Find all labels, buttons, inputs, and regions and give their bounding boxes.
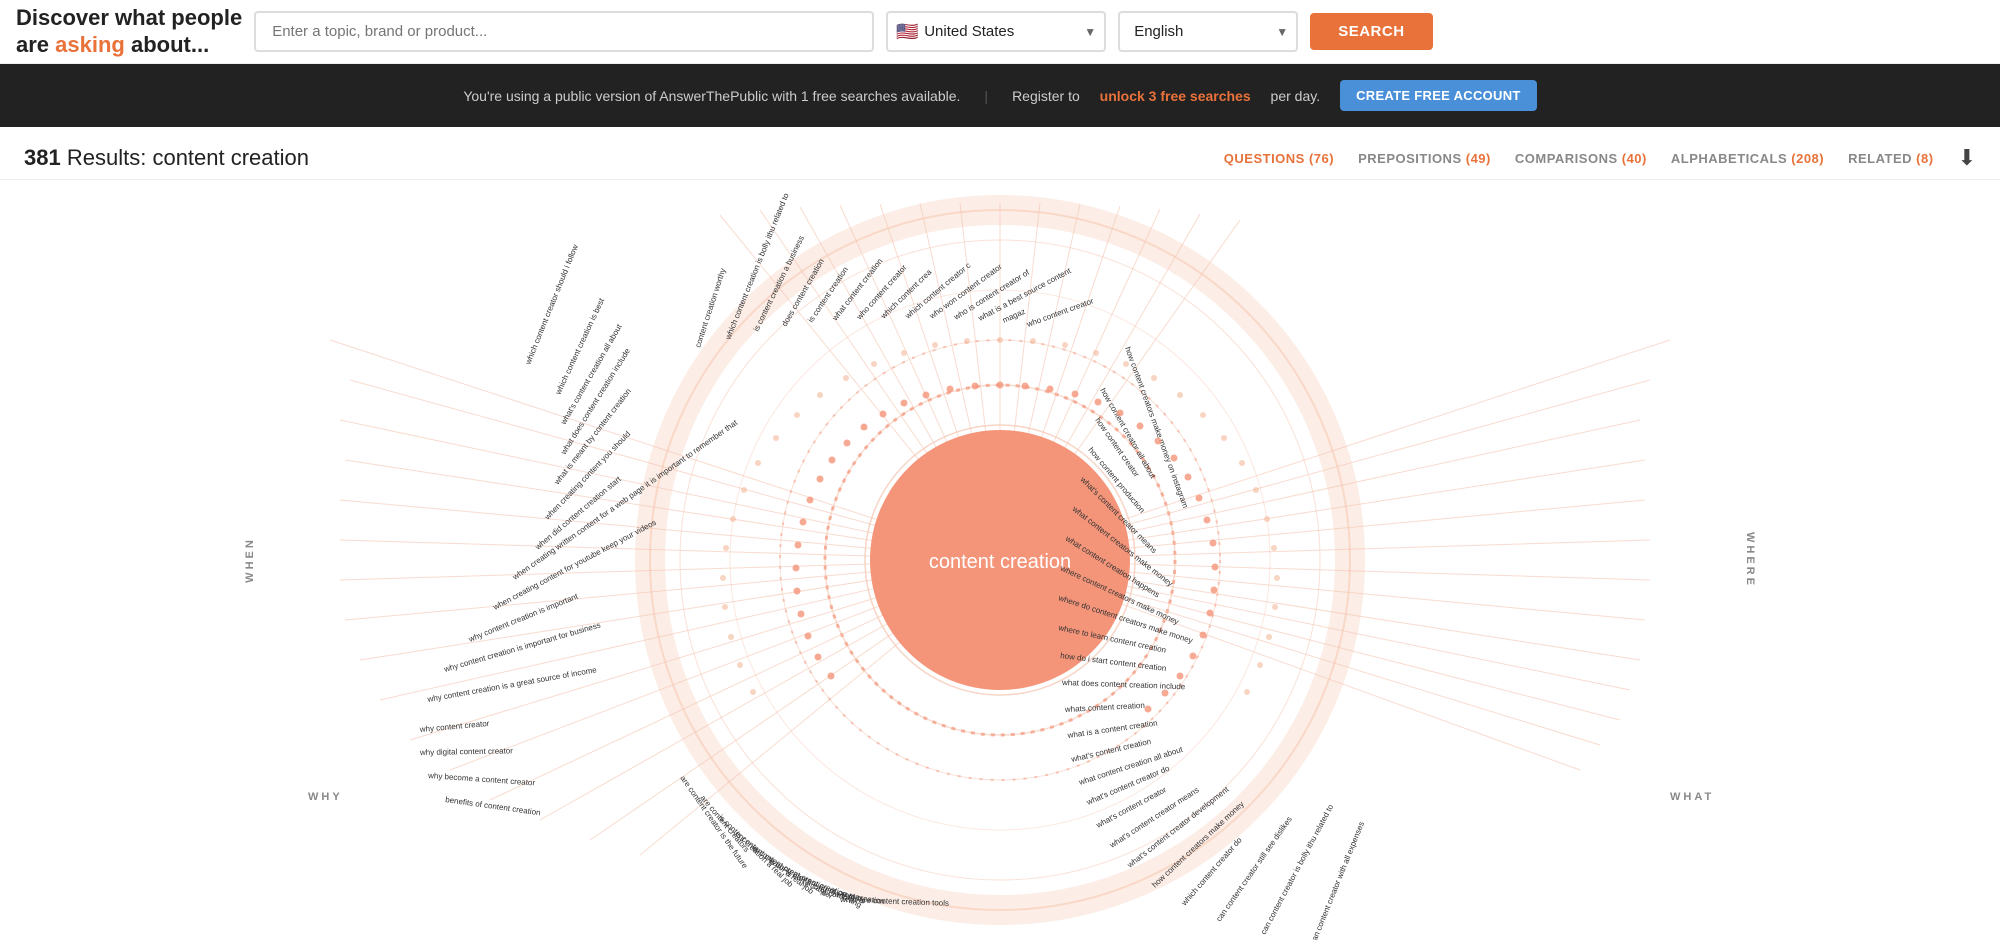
results-title: 381 Results: content creation bbox=[24, 145, 1224, 171]
svg-text:why content creation is import: why content creation is important for bu… bbox=[442, 621, 601, 675]
notice-text1: You're using a public version of AnswerT… bbox=[463, 88, 960, 104]
search-button[interactable]: SEARCH bbox=[1310, 13, 1432, 50]
svg-text:why become a content creator: why become a content creator bbox=[427, 771, 536, 788]
logo-line1: Discover what people bbox=[16, 5, 242, 30]
svg-text:why content creator: why content creator bbox=[418, 719, 490, 734]
svg-text:WHERE: WHERE bbox=[1744, 532, 1756, 588]
svg-text:WHAT: WHAT bbox=[1670, 791, 1714, 803]
results-query: content creation bbox=[152, 145, 309, 170]
results-label: Results: bbox=[67, 145, 146, 170]
svg-text:whats content creation: whats content creation bbox=[1064, 701, 1145, 714]
svg-text:who content creator: who content creator bbox=[1025, 296, 1095, 329]
search-input-wrap bbox=[254, 11, 874, 52]
tab-comparisons[interactable]: COMPARISONS (40) bbox=[1515, 151, 1647, 166]
create-account-button[interactable]: CREATE FREE ACCOUNT bbox=[1340, 80, 1537, 111]
header: Discover what people are asking about...… bbox=[0, 0, 2000, 64]
svg-text:what does content creation inc: what does content creation include bbox=[1061, 678, 1186, 691]
logo-line2-suffix: about... bbox=[125, 32, 209, 57]
logo: Discover what people are asking about... bbox=[16, 5, 242, 58]
results-count: 381 bbox=[24, 145, 61, 170]
tab-prepositions[interactable]: PREPOSITIONS (49) bbox=[1358, 151, 1491, 166]
logo-line2-prefix: are bbox=[16, 32, 55, 57]
download-icon[interactable]: ⬇ bbox=[1958, 145, 1976, 171]
country-select[interactable]: United States bbox=[886, 11, 1106, 52]
notice-bar: You're using a public version of AnswerT… bbox=[0, 64, 2000, 127]
svg-text:which content creator should i: which content creator should i follow bbox=[523, 243, 580, 367]
results-header: 381 Results: content creation QUESTIONS … bbox=[0, 127, 2000, 180]
svg-text:WHY: WHY bbox=[308, 791, 343, 803]
svg-text:what is a content creation: what is a content creation bbox=[1066, 718, 1158, 740]
svg-text:content creation: content creation bbox=[929, 551, 1071, 573]
country-select-wrap: 🇺🇸 United States ▼ bbox=[886, 11, 1106, 52]
tab-alphabeticals[interactable]: ALPHABETICALS (208) bbox=[1671, 151, 1824, 166]
language-select[interactable]: English bbox=[1118, 11, 1298, 52]
wheel-svg: content creation WHEN WHERE WHY WHAT whi… bbox=[0, 180, 2000, 940]
language-select-wrap: English ▼ bbox=[1118, 11, 1298, 52]
svg-text:why digital content creator: why digital content creator bbox=[419, 746, 513, 757]
visualization-area: content creation WHEN WHERE WHY WHAT whi… bbox=[0, 180, 2000, 940]
results-tabs: QUESTIONS (76) PREPOSITIONS (49) COMPARI… bbox=[1224, 151, 1934, 166]
notice-separator: | bbox=[984, 88, 988, 104]
notice-text3: per day. bbox=[1271, 88, 1321, 104]
unlock-link[interactable]: unlock 3 free searches bbox=[1100, 88, 1251, 104]
svg-text:which content creation is best: which content creation is best bbox=[553, 296, 606, 397]
logo-asking: asking bbox=[55, 32, 125, 57]
svg-text:WHEN: WHEN bbox=[244, 537, 256, 583]
tab-related[interactable]: RELATED (8) bbox=[1848, 151, 1933, 166]
notice-text2: Register to bbox=[1012, 88, 1080, 104]
tab-questions[interactable]: QUESTIONS (76) bbox=[1224, 151, 1334, 166]
search-input[interactable] bbox=[254, 11, 874, 52]
